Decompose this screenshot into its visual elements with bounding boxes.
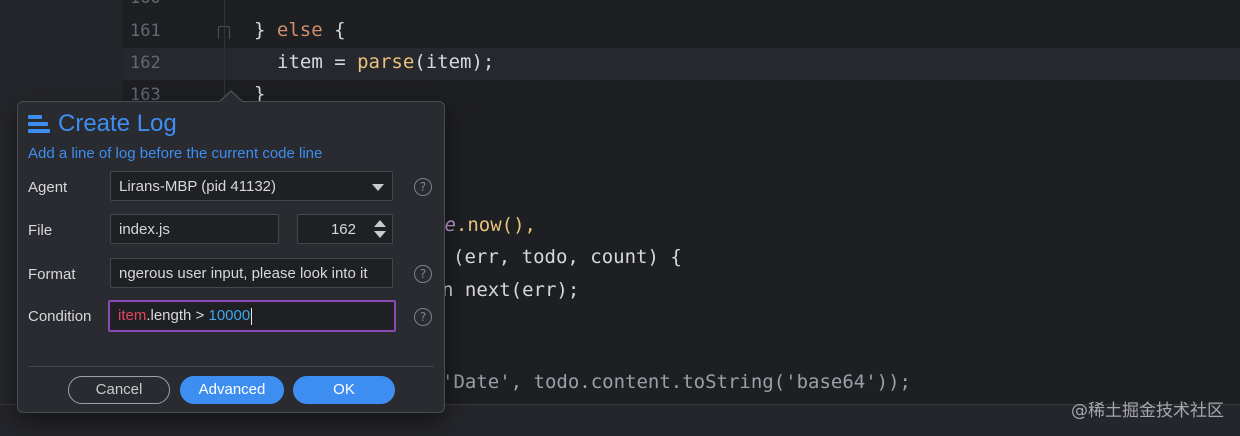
dialog-title: Create Log [58,110,177,137]
line-number-input[interactable]: 162 [297,214,393,244]
text-caret [251,307,253,325]
fold-marker-icon[interactable] [218,26,230,39]
code-fragment: 'Date', todo.content.toString('base64'))… [442,371,911,393]
format-input[interactable]: ngerous user input, please look into it [110,258,393,288]
condition-help-icon[interactable]: ? [414,308,432,326]
agent-label: Agent [28,179,68,196]
create-log-dialog: Create Log Add a line of log before the … [17,90,445,413]
chevron-down-icon [372,184,384,191]
agent-select-value: Lirans-MBP (pid 41132) [119,178,277,195]
watermark: @稀土掘金技术社区 [1071,401,1224,421]
ok-button[interactable]: OK [293,376,395,404]
condition-label: Condition [28,308,92,325]
advanced-button[interactable]: Advanced [180,376,284,404]
dialog-subtitle: Add a line of log before the current cod… [28,145,323,162]
dialog-divider [28,366,434,367]
code-line-162: item = parse(item); [277,51,495,73]
code-fragment: (err, todo, count) { [453,246,682,268]
line-number: 160 [130,0,174,8]
dialog-header: Create Log [28,110,177,138]
line-number: 162 [130,53,161,73]
stepper-arrows-icon[interactable] [374,220,386,240]
code-fragment: te.now(), [433,214,536,236]
cancel-button[interactable]: Cancel [68,376,170,404]
agent-select[interactable]: Lirans-MBP (pid 41132) [110,171,393,201]
log-list-icon [28,114,50,134]
format-label: Format [28,266,76,283]
line-number: 161 [130,21,161,41]
condition-input[interactable]: item.length > 10000 [108,300,396,332]
line-number-value: 162 [330,221,356,238]
code-fragment: n next(err); [442,279,580,301]
agent-help-icon[interactable]: ? [414,178,432,196]
format-help-icon[interactable]: ? [414,265,432,283]
code-line-161: } else { [254,19,346,41]
file-label: File [28,222,53,239]
file-input[interactable]: index.js [110,214,279,244]
